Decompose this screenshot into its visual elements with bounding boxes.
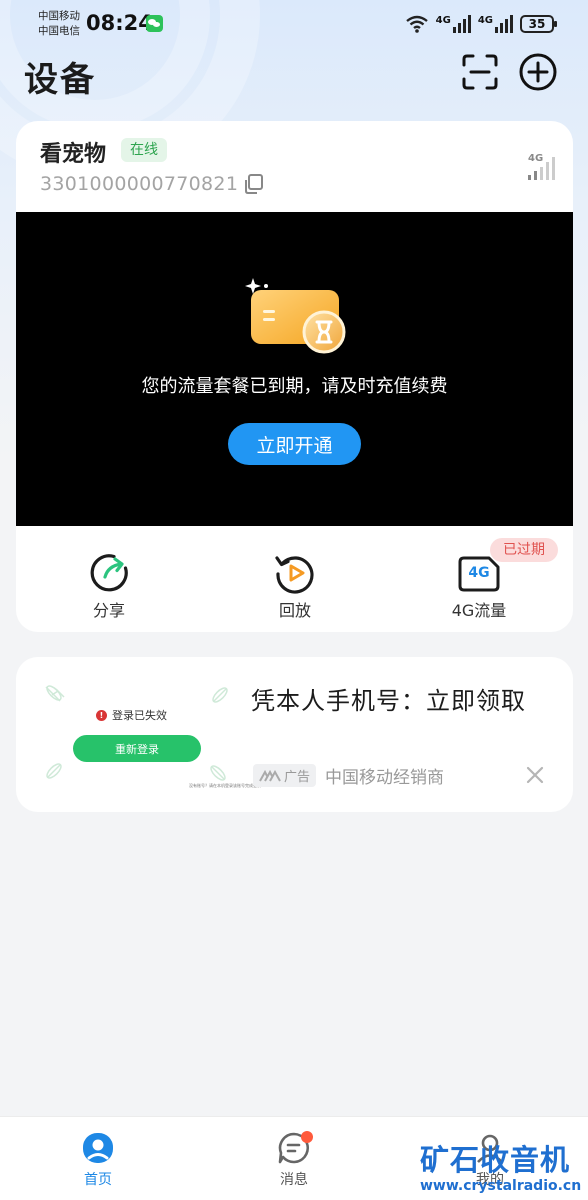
device-actions: 分享 回放 4G 4G流量 已过期 [16,526,573,632]
ad-logo-icon [259,769,281,781]
carrier-2: 中国电信 [38,25,80,37]
carrier-info: 中国移动 中国电信 [38,9,80,39]
ad-tag-label: 广告 [284,770,311,785]
status-bar: 中国移动 中国电信 08:24 4G 4G 35 [0,0,588,48]
message-icon [277,1131,313,1165]
share-label: 分享 [92,601,125,620]
4g-data-label: 4G流量 [451,601,507,620]
device-id: 3301000000770821 [40,173,239,195]
nav-messages-label: 消息 [280,1172,308,1188]
ad-login-expired-text: 登录已失效 [112,709,167,722]
video-player[interactable]: 您的流量套餐已到期，请及时充值续费 立即开通 [16,212,573,526]
watermark-url: www.crystalradio.cn [420,1178,582,1194]
4g-data-action[interactable]: 4G 4G流量 [419,552,539,622]
watermark-name: 矿石收音机 [420,1143,571,1177]
playback-icon [275,556,314,594]
ad-title: 凭本人手机号：立即领取 [251,687,526,715]
ad-thumbnail: ! 登录已失效 重新登录 没有账号？请在本机登录该账号完成登录 [38,675,261,795]
ad-login-expired: ! 登录已失效 [96,707,167,723]
nav-home[interactable]: 首页 [53,1131,143,1197]
share-action[interactable]: 分享 [49,552,169,622]
network-label-2: 4G [477,15,493,26]
ad-tag: 广告 [253,764,317,787]
renew-button[interactable]: 立即开通 [228,423,361,465]
error-icon: ! [96,709,107,721]
signal-icon-2: 4G [478,15,513,33]
add-device-button[interactable] [518,52,558,92]
home-camera-icon [83,1133,113,1163]
cellular-signal-icon: 4G [526,153,558,181]
battery-level: 35 [528,17,546,31]
share-icon [90,554,128,592]
ad-relogin-graphic: 重新登录 [73,735,201,762]
expired-message: 您的流量套餐已到期，请及时充值续费 [141,376,448,397]
network-label-1: 4G [435,15,451,26]
device-card[interactable]: 看宠物 在线 3301000000770821 4G 您的流量套餐已到期，请及时… [16,121,573,632]
playback-action[interactable]: 回放 [235,552,355,622]
close-icon[interactable] [526,766,544,784]
scan-button[interactable] [460,52,500,92]
ad-card[interactable]: ! 登录已失效 重新登录 没有账号？请在本机登录该账号完成登录 凭本人手机号：立… [16,657,573,812]
expired-badge: 已过期 [490,538,558,562]
wifi-icon [405,15,428,33]
ad-source: 中国移动经销商 [325,768,444,788]
page-title: 设备 [24,60,96,100]
signal-icon: 4G [436,15,471,33]
ad-fine-print: 没有账号？请在本机登录该账号完成登录 [189,783,261,788]
carrier-1: 中国移动 [38,10,80,22]
status-badge: 在线 [121,138,167,162]
unread-dot [301,1131,313,1143]
wechat-icon [146,15,163,32]
nav-home-label: 首页 [84,1172,112,1188]
scan-icon [462,54,498,90]
device-name: 看宠物 [40,142,107,167]
add-icon [519,53,557,91]
4g-icon-text: 4G [468,565,490,581]
nav-messages[interactable]: 消息 [249,1131,339,1197]
expired-data-card-illustration [245,278,346,354]
clock: 08:24 [86,11,153,35]
playback-label: 回放 [278,601,311,620]
copy-icon[interactable] [242,173,264,195]
battery-icon: 35 [520,15,557,33]
